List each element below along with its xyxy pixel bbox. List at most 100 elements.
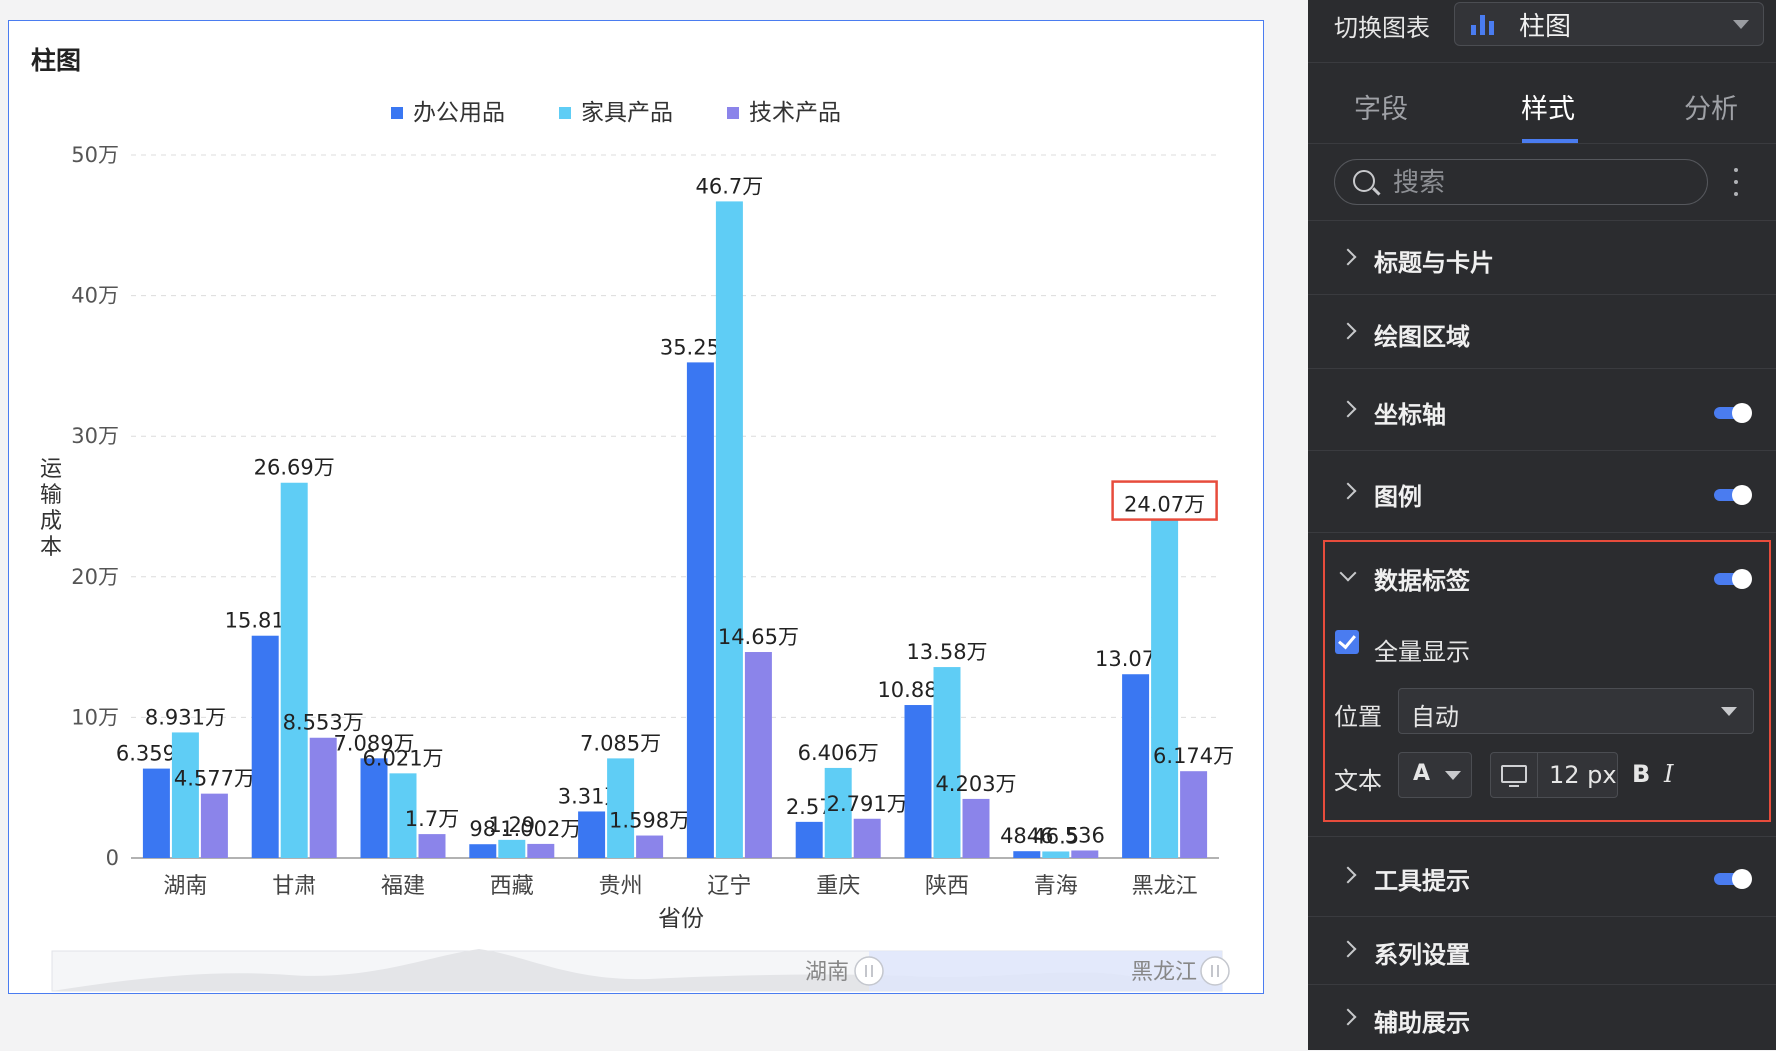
section-label: 坐标轴 (1374, 401, 1446, 429)
section-aux[interactable]: 辅助展示 (1308, 984, 1776, 1051)
search-icon (1353, 170, 1375, 192)
data-label: 4.203万 (935, 772, 1016, 796)
bar (904, 705, 932, 858)
panel-tabs: 字段 样式 分析 (1308, 62, 1776, 144)
section-tooltip[interactable]: 工具提示 (1308, 836, 1776, 917)
legend-toggle[interactable] (1714, 485, 1752, 505)
bar (251, 635, 279, 858)
bar (498, 839, 526, 858)
chevron-right-icon (1339, 400, 1357, 418)
data-label: 4.577万 (174, 767, 255, 791)
font-size-value: 12 px (1549, 761, 1617, 789)
switch-chart-label: 切换图表 (1334, 14, 1430, 42)
tab-fields[interactable]: 字段 (1354, 87, 1408, 126)
slider-handle[interactable] (1200, 956, 1230, 986)
chart-card: 柱图 0 10万 20万 30万 40万 50万运输成本办公用品 家具产品 技术产品 6.359… (8, 20, 1264, 994)
chevron-right-icon (1339, 322, 1357, 340)
slider-start-label: 湖南 (805, 960, 849, 985)
tab-style[interactable]: 样式 (1521, 87, 1575, 126)
axis-toggle[interactable] (1714, 403, 1752, 423)
x-tick-label: 贵州 (599, 874, 643, 899)
font-color-icon: A (1413, 761, 1431, 786)
y-axis-label: 成 (40, 509, 62, 534)
more-vertical-icon[interactable] (1734, 168, 1740, 196)
data-label: 46.7万 (696, 174, 764, 198)
legend-item: 技术产品 (749, 100, 841, 126)
position-label: 位置 (1334, 703, 1382, 731)
bar (360, 758, 388, 858)
show-all-checkbox[interactable] (1335, 630, 1359, 654)
y-tick-label: 30万 (71, 424, 119, 448)
x-tick-label: 西藏 (490, 874, 534, 899)
bar-chart-icon (1471, 13, 1499, 35)
section-label: 绘图区域 (1374, 323, 1470, 351)
legend-item: 家具产品 (581, 100, 673, 126)
section-legend[interactable]: 图例 (1308, 450, 1776, 533)
chevron-right-icon (1339, 248, 1357, 266)
text-label: 文本 (1334, 767, 1382, 795)
y-tick-label: 50万 (71, 143, 119, 167)
data-label: 7.085万 (580, 731, 661, 755)
bar (795, 821, 823, 858)
data-label: 13.58万 (906, 640, 987, 664)
y-tick-label: 20万 (71, 565, 119, 589)
bar (280, 482, 308, 858)
bar (418, 834, 446, 858)
italic-button[interactable]: I (1664, 760, 1673, 788)
bar (933, 667, 961, 858)
slider-handle[interactable] (854, 956, 884, 986)
monitor-icon (1501, 765, 1527, 787)
bar (715, 201, 743, 858)
font-color-select[interactable]: A (1398, 752, 1472, 798)
y-tick-label: 10万 (71, 705, 119, 729)
slider-end-label: 黑龙江 (1131, 960, 1197, 985)
x-tick-label: 黑龙江 (1132, 874, 1198, 899)
section-axis[interactable]: 坐标轴 (1308, 368, 1776, 451)
chart-type-select[interactable]: 柱图 (1454, 2, 1764, 46)
section-label: 图例 (1374, 483, 1422, 511)
legend-item: 办公用品 (413, 100, 505, 126)
bar (1013, 851, 1041, 858)
search-box (1334, 159, 1708, 205)
data-label: 2.791万 (827, 792, 908, 816)
tab-analysis[interactable]: 分析 (1684, 87, 1738, 126)
chart-type-value: 柱图 (1519, 11, 1572, 42)
section-label: 标题与卡片 (1374, 249, 1494, 277)
x-axis-label: 省份 (658, 906, 704, 932)
chevron-down-icon (1721, 707, 1737, 716)
bar (200, 793, 228, 858)
data-label: 24.07万 (1124, 493, 1205, 517)
y-tick-label: 40万 (71, 284, 119, 308)
section-label: 工具提示 (1374, 867, 1470, 895)
x-tick-label: 福建 (381, 874, 425, 899)
position-select[interactable]: 自动 (1398, 688, 1754, 734)
data-label: 26.69万 (254, 456, 335, 480)
section-series[interactable]: 系列设置 (1308, 916, 1776, 985)
chevron-right-icon (1339, 940, 1357, 958)
section-title-card[interactable]: 标题与卡片 (1308, 220, 1776, 295)
bar (1122, 674, 1150, 858)
bar (1042, 851, 1070, 858)
data-label: 536 (1065, 823, 1105, 847)
x-tick-label: 青海 (1034, 874, 1078, 899)
chevron-right-icon (1339, 482, 1357, 500)
font-size-input[interactable]: 12 px (1490, 752, 1618, 798)
tooltip-toggle[interactable] (1714, 869, 1752, 889)
data-label: 14.65万 (718, 625, 799, 649)
data-label: 1.002万 (500, 817, 581, 841)
section-label: 辅助展示 (1374, 1009, 1470, 1037)
x-tick-label: 甘肃 (272, 874, 316, 899)
data-label: 1.598万 (609, 809, 690, 833)
active-tab-indicator (1522, 139, 1578, 143)
chevron-right-icon (1339, 866, 1357, 884)
search-input[interactable] (1391, 166, 1695, 200)
bar (142, 768, 170, 858)
bar-chart: 010万20万30万40万50万运输成本办公用品 家具产品 技术产品6.359万8.… (40, 100, 1234, 992)
bar (527, 843, 555, 858)
bold-button[interactable]: B (1632, 760, 1650, 788)
legend-swatch (727, 107, 739, 119)
x-tick-label: 湖南 (163, 874, 207, 899)
chevron-down-icon (1733, 20, 1749, 29)
section-label: 系列设置 (1374, 941, 1470, 969)
section-plot-area[interactable]: 绘图区域 (1308, 294, 1776, 369)
